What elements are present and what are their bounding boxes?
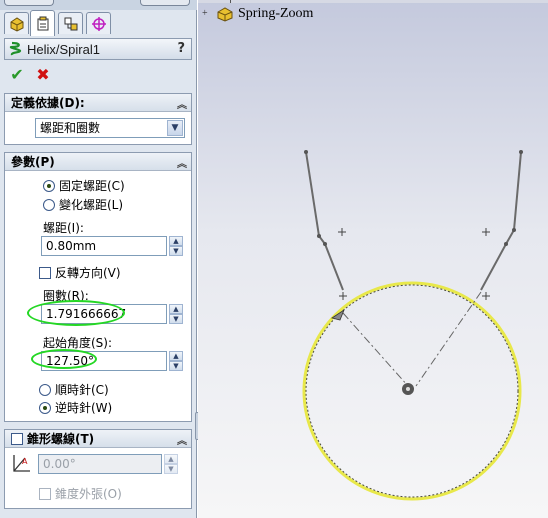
taper-outward-checkbox[interactable]: 錐度外張(O): [39, 485, 122, 502]
clockwise-radio[interactable]: 順時針(C): [39, 381, 109, 398]
sketch-point: [317, 234, 321, 238]
definition-group: 定義依據(D): ︽ 螺距和圈數 ▼: [4, 93, 192, 145]
panel-top-strip: [0, 0, 197, 10]
configuration-manager-tab[interactable]: [58, 12, 83, 34]
crosshair-icon: [91, 16, 106, 31]
constant-pitch-label: 固定螺距(C): [59, 179, 125, 193]
cancel-button[interactable]: ✖: [34, 66, 52, 84]
spring-leg-left: [305, 151, 344, 291]
construction-line: [342, 312, 409, 387]
variable-pitch-label: 變化螺距(L): [59, 198, 124, 212]
help-button[interactable]: ?: [177, 41, 185, 56]
feature-tree-icon: [10, 16, 23, 32]
collapse-icon[interactable]: ︽: [177, 432, 187, 447]
definition-select[interactable]: 螺距和圈數 ▼: [35, 118, 185, 138]
parameters-group: 參數(P) ︽ 固定螺距(C) 變化螺距(L) 螺距(I): 0.80mm ▲ ▼…: [4, 152, 192, 422]
reverse-direction-checkbox[interactable]: 反轉方向(V): [39, 264, 121, 281]
start-angle-label: 起始角度(S):: [43, 336, 113, 350]
pitch-spinner[interactable]: ▲ ▼: [169, 236, 183, 256]
chevron-down-icon[interactable]: ▼: [167, 120, 183, 136]
checkbox-icon[interactable]: [39, 487, 51, 500]
taper-header-label: 錐形螺線(T): [27, 432, 95, 446]
spin-down-icon[interactable]: ▼: [169, 361, 183, 371]
pitch-input[interactable]: 0.80mm: [41, 236, 167, 256]
taper-angle-value: 0.00°: [43, 457, 76, 471]
taper-outward-label: 錐度外張(O): [55, 487, 122, 501]
highlight-oval: [31, 349, 97, 369]
sketch-point: [519, 150, 523, 154]
configuration-icon: [64, 17, 77, 30]
top-strip-slot: [140, 0, 190, 6]
checkbox-icon[interactable]: [39, 266, 51, 279]
feature-title: Helix/Spiral1: [27, 41, 100, 57]
constant-pitch-radio[interactable]: 固定螺距(C): [43, 177, 125, 194]
top-strip-slot: [4, 0, 54, 6]
radio-unselected-icon[interactable]: [43, 198, 55, 211]
property-manager-icon: [37, 16, 48, 30]
parameters-group-header[interactable]: 參數(P) ︽: [5, 153, 191, 171]
ok-button[interactable]: ✔: [8, 66, 26, 84]
feature-title-bar: Helix/Spiral1 ?: [4, 38, 192, 60]
spin-down-icon[interactable]: ▼: [169, 246, 183, 256]
ok-cancel-bar: ✔ ✖: [6, 66, 66, 84]
construction-line: [415, 291, 482, 387]
taper-angle-input[interactable]: 0.00°: [38, 454, 162, 474]
manager-tabs: [0, 10, 197, 36]
sketch-point: [304, 150, 308, 154]
svg-text:A: A: [22, 457, 28, 466]
radio-selected-icon[interactable]: [39, 401, 51, 414]
collapse-icon[interactable]: ︽: [177, 96, 187, 111]
spin-up-icon[interactable]: ▲: [169, 236, 183, 246]
property-manager-tab[interactable]: [30, 10, 55, 36]
model-view: [302, 150, 523, 501]
taper-angle-icon: A: [13, 455, 30, 472]
collapse-icon[interactable]: ︽: [177, 155, 187, 170]
spin-down-icon[interactable]: ▼: [164, 464, 178, 474]
definition-selected-value: 螺距和圈數: [40, 121, 101, 135]
clockwise-label: 順時針(C): [55, 383, 109, 397]
start-angle-spinner[interactable]: ▲ ▼: [169, 351, 183, 371]
radio-selected-icon[interactable]: [43, 179, 55, 192]
sketch-point: [323, 242, 327, 246]
definition-header-label: 定義依據(D):: [11, 96, 85, 110]
taper-helix-group: 錐形螺線(T) ︽ A 0.00° ▲ ▼ 錐度外張(O): [4, 429, 192, 509]
taper-checkbox-icon[interactable]: [11, 432, 23, 445]
spin-up-icon[interactable]: ▲: [169, 351, 183, 361]
variable-pitch-radio[interactable]: 變化螺距(L): [43, 196, 123, 213]
parameters-header-label: 參數(P): [11, 155, 55, 169]
counterclockwise-label: 逆時針(W): [55, 401, 113, 415]
center-point-dot: [406, 387, 410, 391]
property-manager-panel: Helix/Spiral1 ? ✔ ✖ 定義依據(D): ︽ 螺距和圈數 ▼ 參…: [0, 0, 197, 518]
revolutions-spinner[interactable]: ▲ ▼: [169, 304, 183, 324]
definition-group-header[interactable]: 定義依據(D): ︽: [5, 94, 191, 112]
sketch-point: [504, 242, 508, 246]
graphics-area[interactable]: + Spring-Zoom: [198, 0, 548, 518]
feature-manager-tab[interactable]: [4, 12, 29, 34]
taper-group-header[interactable]: 錐形螺線(T) ︽: [5, 430, 191, 448]
pitch-label: 螺距(I):: [43, 221, 84, 235]
dim-xpert-tab[interactable]: [86, 12, 111, 34]
radio-unselected-icon[interactable]: [39, 383, 51, 396]
spin-down-icon[interactable]: ▼: [169, 314, 183, 324]
helix-feature-icon: [9, 41, 22, 56]
taper-angle-spinner[interactable]: ▲ ▼: [164, 454, 178, 474]
origin-markers: [338, 228, 490, 300]
spin-up-icon[interactable]: ▲: [169, 304, 183, 314]
counterclockwise-radio[interactable]: 逆時針(W): [39, 399, 112, 416]
spin-up-icon[interactable]: ▲: [164, 454, 178, 464]
spring-leg-right: [480, 151, 522, 291]
pitch-value: 0.80mm: [46, 239, 97, 253]
highlight-oval: [27, 300, 125, 326]
sketch-point: [512, 228, 516, 232]
reverse-direction-label: 反轉方向(V): [55, 266, 121, 280]
